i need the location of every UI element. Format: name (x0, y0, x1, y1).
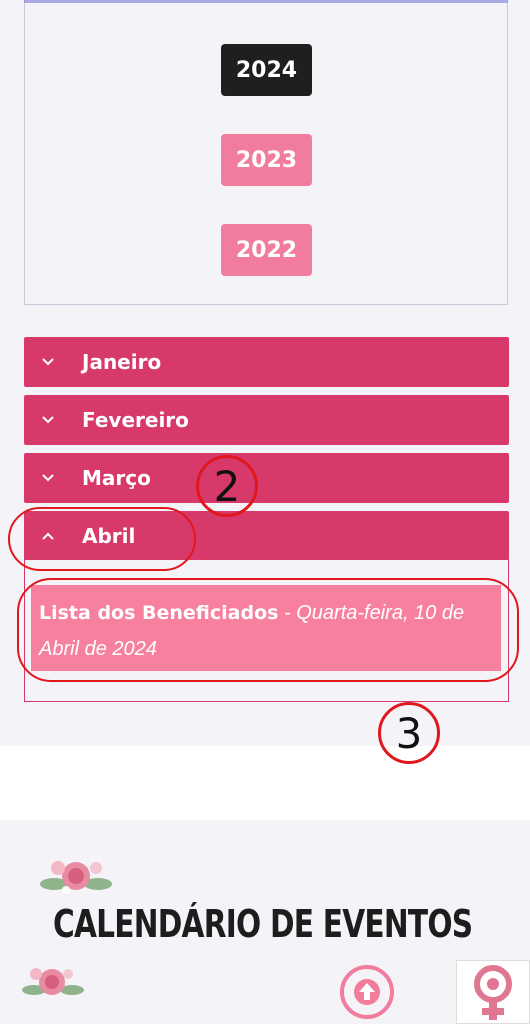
annotation-step-3: 3 (378, 702, 440, 764)
month-item-fevereiro[interactable]: Fevereiro (24, 395, 509, 445)
chevron-down-icon (38, 473, 58, 483)
month-label: Fevereiro (82, 408, 189, 432)
month-label: Março (82, 466, 151, 490)
female-symbol-widget[interactable] (456, 960, 530, 1024)
annotation-step-2: 2 (196, 455, 258, 517)
flower-decoration-icon (22, 968, 84, 995)
flower-decoration-icon (40, 861, 112, 894)
annotation-oval-abril (8, 507, 196, 571)
chevron-down-icon (38, 357, 58, 367)
month-item-janeiro[interactable]: Janeiro (24, 337, 509, 387)
year-button-2022[interactable]: 2022 (221, 224, 312, 276)
month-label: Janeiro (82, 350, 162, 374)
year-button-2023[interactable]: 2023 (221, 134, 312, 186)
events-heading: CALENDÁRIO DE EVENTOS (53, 902, 473, 946)
arrow-up-icon (354, 979, 380, 1005)
month-item-marco[interactable]: Março (24, 453, 509, 503)
year-button-2024[interactable]: 2024 (221, 44, 312, 96)
clipped-heading-edge (24, 0, 508, 3)
female-symbol-icon (474, 965, 512, 1020)
annotation-oval-entry (17, 578, 519, 682)
chevron-down-icon (38, 415, 58, 425)
scroll-to-top-button[interactable] (340, 965, 394, 1019)
